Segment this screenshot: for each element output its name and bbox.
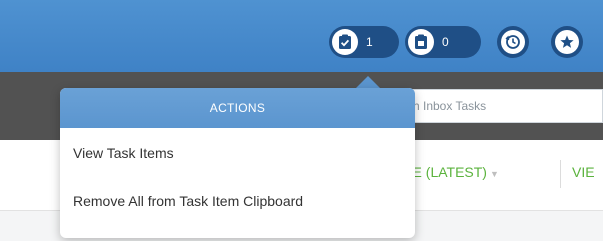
view-dropdown[interactable]: VIE — [572, 164, 595, 180]
view-label: VIE — [572, 164, 595, 180]
favorites-button[interactable] — [551, 26, 583, 58]
clipboard-button[interactable]: 0 — [405, 26, 481, 58]
history-icon — [501, 30, 525, 54]
clipboard-icon — [408, 29, 434, 55]
caret-down-icon: ▼ — [489, 169, 499, 179]
actions-menu-title: ACTIONS — [60, 88, 415, 128]
task-items-count: 1 — [366, 35, 373, 49]
view-task-items-menu-item[interactable]: View Task Items — [60, 128, 415, 178]
top-header-bar: 1 0 — [0, 0, 603, 72]
star-icon — [555, 30, 579, 54]
task-items-button[interactable]: 1 — [329, 26, 399, 58]
clipboard-count: 0 — [442, 35, 449, 49]
search-inbox-tasks-input[interactable]: rch Inbox Tasks — [398, 89, 603, 123]
sort-date-label: TE (LATEST) — [404, 164, 487, 180]
history-button[interactable] — [497, 26, 529, 58]
search-placeholder: rch Inbox Tasks — [403, 99, 487, 113]
actions-menu: ACTIONS View Task Items Remove All from … — [60, 88, 415, 238]
remove-all-from-clipboard-menu-item[interactable]: Remove All from Task Item Clipboard — [60, 176, 415, 226]
task-checklist-icon — [332, 29, 358, 55]
menu-pointer — [356, 76, 380, 88]
sort-date-dropdown[interactable]: TE (LATEST) ▼ — [404, 164, 499, 180]
divider — [560, 160, 561, 188]
